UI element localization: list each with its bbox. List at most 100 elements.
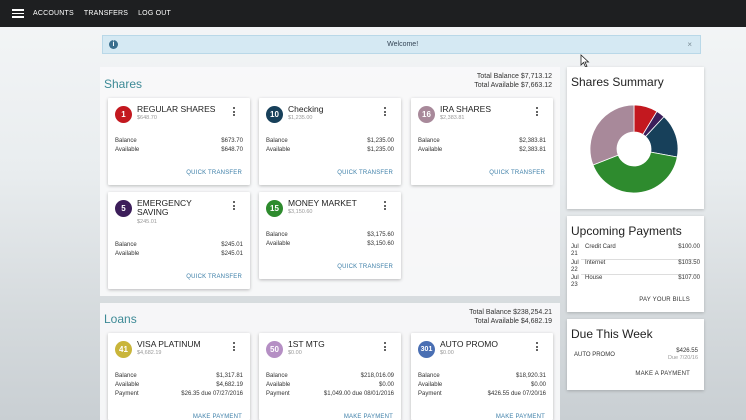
bill-amount: $107.00 [678, 275, 700, 281]
row-label: Available [115, 382, 140, 388]
more-options-icon[interactable] [535, 342, 539, 351]
shares-total-balance: Total Balance $7,713.12 [476, 73, 552, 80]
loan-card-visa-platinum[interactable]: 41 VISA PLATINUM $4,682.19 Balance $1,317… [108, 333, 250, 420]
upcoming-payments-card: Upcoming Payments Jul 21 Credit Card $10… [567, 216, 704, 312]
more-options-icon[interactable] [383, 107, 387, 116]
row-label: Available [266, 147, 291, 153]
row-label: Payment [266, 391, 290, 397]
top-nav-bar: ACCOUNTS TRANSFERS LOG OUT [0, 0, 746, 27]
account-card-money-market[interactable]: 15 MONEY MARKET $3,150.60 Balance $3,175.… [259, 192, 401, 279]
account-rows: Balance $1,235.00 Available $1,235.00 [266, 137, 394, 155]
row-value: $0.00 [378, 382, 394, 388]
account-number-badge: 5 [115, 200, 132, 217]
account-name: REGULAR SHARES [137, 104, 216, 114]
row-label: Balance [266, 373, 288, 379]
loan-card-1st-mtg[interactable]: 50 1ST MTG $0.00 Balance $218,016.09 Avai… [259, 333, 401, 420]
account-card-checking[interactable]: 10 Checking $1,235.00 Balance $1,235.00 A… [259, 98, 401, 185]
loan-number-badge: 50 [266, 341, 283, 358]
account-card-emergency-saving[interactable]: 5 EMERGENCY SAVING $245.01 Balance $245.0… [108, 192, 250, 289]
quick-transfer-link[interactable]: QUICK TRANSFER [186, 274, 242, 280]
row-value: $2,383.81 [519, 138, 546, 144]
balance-row: Balance $1,317.81 [115, 372, 243, 381]
available-row: Available $3,150.60 [266, 240, 394, 249]
available-row: Available $4,682.19 [115, 381, 243, 390]
row-label: Available [115, 147, 140, 153]
row-label: Balance [266, 232, 288, 238]
balance-row: Balance $218,016.09 [266, 372, 394, 381]
row-value: $1,049.00 due 08/01/2016 [323, 391, 394, 397]
quick-transfer-link[interactable]: QUICK TRANSFER [337, 170, 393, 176]
balance-row: Balance $3,175.60 [266, 231, 394, 240]
due-item-name: AUTO PROMO [574, 352, 615, 358]
nav-transfers[interactable]: TRANSFERS [84, 10, 128, 17]
loans-total-available: Total Available $4,682.19 [474, 318, 552, 325]
balance-row: Balance $2,383.81 [418, 137, 546, 146]
more-options-icon[interactable] [232, 342, 236, 351]
bill-row: Jul 21 Credit Card $100.00 [571, 244, 700, 258]
nav-logout[interactable]: LOG OUT [138, 10, 171, 17]
account-available-sub: $2,383.81 [440, 115, 465, 121]
loan-number-badge: 301 [418, 341, 435, 358]
loans-title: Loans [104, 312, 137, 326]
account-available-sub: $648.70 [137, 115, 157, 121]
payment-row: Payment $26.35 due 07/27/2016 [115, 390, 243, 399]
row-label: Available [266, 382, 291, 388]
make-payment-link[interactable]: MAKE PAYMENT [496, 414, 545, 420]
row-value: $26.35 due 07/27/2016 [181, 391, 243, 397]
loan-number-badge: 41 [115, 341, 132, 358]
shares-total-available: Total Available $7,663.12 [474, 82, 552, 89]
row-label: Balance [266, 138, 288, 144]
account-rows: Balance $673.70 Available $648.70 [115, 137, 243, 155]
account-card-ira-shares[interactable]: 16 IRA SHARES $2,383.81 Balance $2,383.81… [411, 98, 553, 185]
shares-donut-chart [589, 104, 679, 194]
loan-available-sub: $4,682.19 [137, 350, 162, 356]
make-a-payment-link[interactable]: MAKE A PAYMENT [635, 371, 690, 377]
more-options-icon[interactable] [383, 342, 387, 351]
make-payment-link[interactable]: MAKE PAYMENT [344, 414, 393, 420]
account-available-sub: $1,235.00 [288, 115, 313, 121]
row-label: Balance [115, 373, 137, 379]
loan-rows: Balance $218,016.09 Available $0.00 Paymen… [266, 372, 394, 399]
row-value: $1,317.81 [216, 373, 243, 379]
loan-card-auto-promo[interactable]: 301 AUTO PROMO $0.00 Balance $18,920.31 A… [411, 333, 553, 420]
row-value: $2,383.81 [519, 147, 546, 153]
loan-name: VISA PLATINUM [137, 339, 201, 349]
account-rows: Balance $245.01 Available $245.01 [115, 241, 243, 259]
mouse-cursor-icon [580, 54, 590, 68]
bill-name: House [585, 275, 603, 281]
bill-amount: $103.50 [678, 260, 700, 266]
account-available-sub: $3,150.60 [288, 209, 313, 215]
account-number-badge: 15 [266, 200, 283, 217]
quick-transfer-link[interactable]: QUICK TRANSFER [186, 170, 242, 176]
available-row: Available $0.00 [418, 381, 546, 390]
more-options-icon[interactable] [535, 107, 539, 116]
loans-totals: Total Balance $238,254.21 Total Availabl… [469, 308, 552, 326]
balance-row: Balance $245.01 [115, 241, 243, 250]
row-label: Balance [418, 138, 440, 144]
nav-accounts[interactable]: ACCOUNTS [33, 10, 74, 17]
make-payment-link[interactable]: MAKE PAYMENT [193, 414, 242, 420]
row-value: $0.00 [530, 382, 546, 388]
account-card-regular-shares[interactable]: 1 REGULAR SHARES $648.70 Balance $673.70 … [108, 98, 250, 185]
available-row: Available $648.70 [115, 146, 243, 155]
account-name: MONEY MARKET [288, 198, 357, 208]
pay-your-bills-link[interactable]: PAY YOUR BILLS [639, 297, 690, 303]
close-icon[interactable]: × [687, 40, 692, 49]
account-rows: Balance $3,175.60 Available $3,150.60 [266, 231, 394, 249]
row-value: $426.55 due 07/20/16 [487, 391, 546, 397]
hamburger-menu-icon[interactable] [12, 9, 24, 18]
payment-row: Payment $426.55 due 07/20/16 [418, 390, 546, 399]
more-options-icon[interactable] [232, 201, 236, 210]
bill-amount: $100.00 [678, 244, 700, 250]
row-label: Available [115, 251, 140, 257]
due-this-week-title: Due This Week [571, 327, 653, 341]
quick-transfer-link[interactable]: QUICK TRANSFER [337, 264, 393, 270]
bill-date: Jul 23 [571, 275, 579, 288]
more-options-icon[interactable] [232, 107, 236, 116]
quick-transfer-link[interactable]: QUICK TRANSFER [489, 170, 545, 176]
shares-totals: Total Balance $7,713.12 Total Available … [474, 72, 552, 90]
more-options-icon[interactable] [383, 201, 387, 210]
available-row: Available $245.01 [115, 250, 243, 259]
donut-slice [589, 104, 635, 166]
bill-date: Jul 21 [571, 244, 579, 257]
